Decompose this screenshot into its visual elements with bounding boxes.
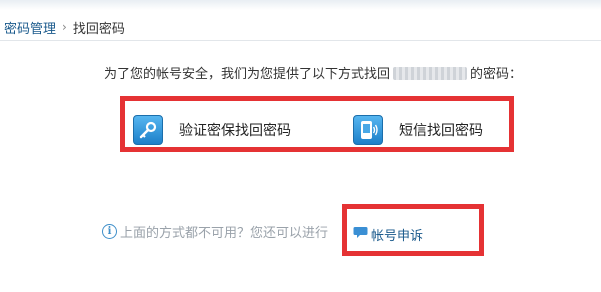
alternative-text: 上面的方式都不可用？您还可以进行 [120,226,329,241]
info-icon: i [102,224,117,239]
masked-account-number [393,67,468,80]
recovery-options-highlight: 验证密保找回密码 短信找回密码 [120,96,514,152]
account-appeal-highlight: 帐号申诉 [342,204,484,256]
intro-after: 的密码： [470,67,523,82]
sms-recovery-option[interactable]: 短信找回密码 [353,115,483,145]
header-divider [0,40,601,41]
key-icon [133,115,163,145]
security-question-recovery-option[interactable]: 验证密保找回密码 [133,115,291,145]
breadcrumb-separator: › [62,20,67,34]
breadcrumb: 密码管理 › 找回密码 [0,14,601,40]
phone-icon [353,115,383,145]
breadcrumb-password-management[interactable]: 密码管理 [4,18,56,37]
security-question-recovery-label: 验证密保找回密码 [179,123,291,139]
account-appeal-label: 帐号申诉 [371,229,424,244]
breadcrumb-current: 找回密码 [72,21,125,37]
chat-bubble-icon [353,226,368,243]
account-appeal-link[interactable]: 帐号申诉 [353,225,423,244]
sms-recovery-label: 短信找回密码 [399,123,483,139]
top-band [0,0,601,10]
alternative-method-text: i 上面的方式都不可用？您还可以进行 [102,222,328,241]
intro-text: 为了您的帐号安全，我们为您提供了以下方式找回 的密码： [104,63,522,82]
intro-before: 为了您的帐号安全，我们为您提供了以下方式找回 [104,67,391,82]
